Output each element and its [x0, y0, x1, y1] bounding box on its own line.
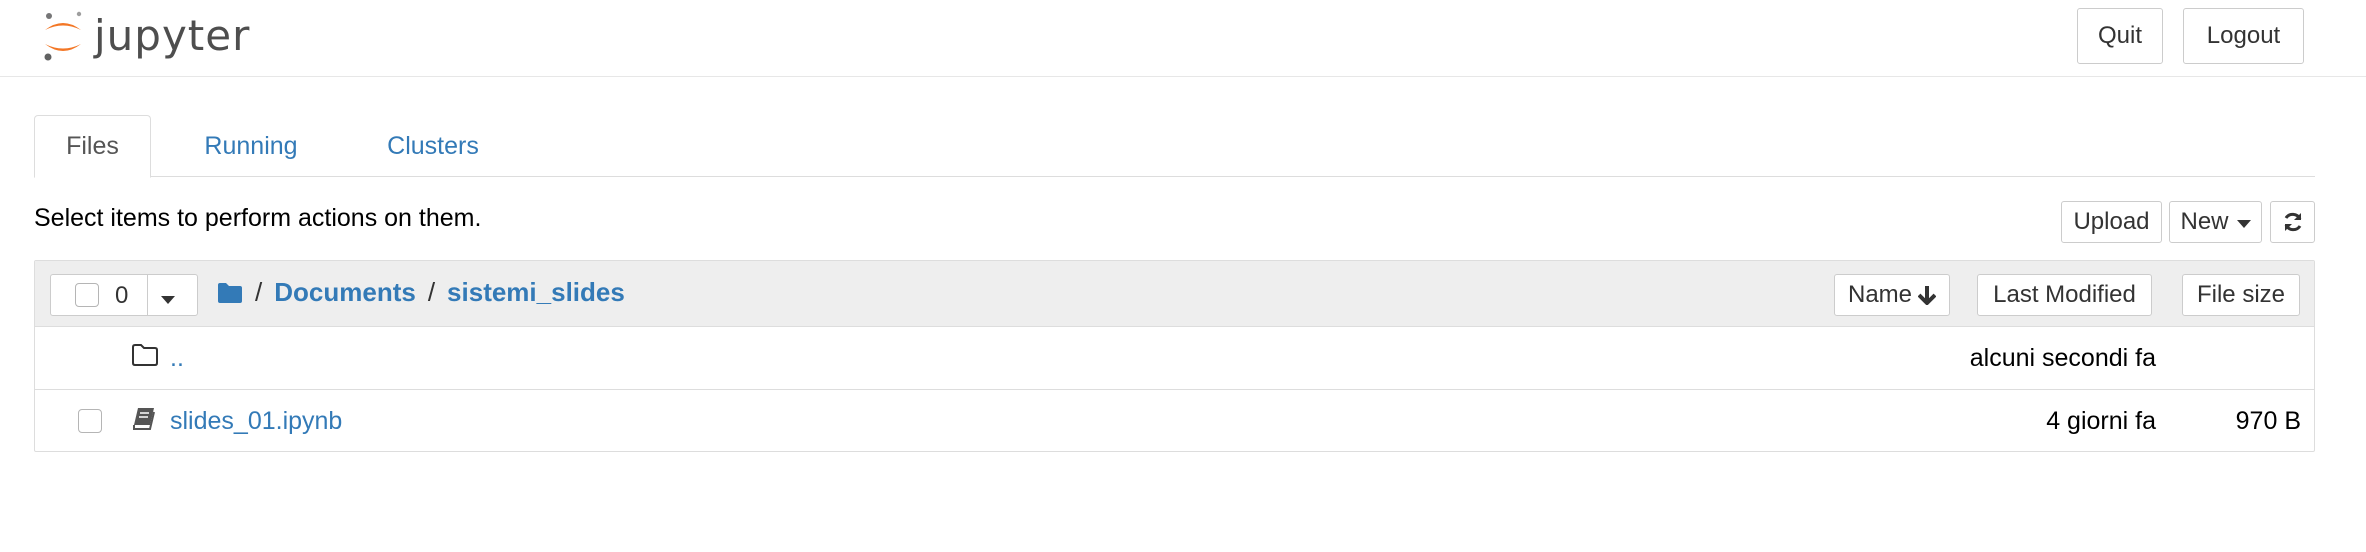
file-modified: alcuni secondi fa [1969, 344, 2156, 372]
sort-name-label: Name [1847, 281, 1913, 308]
folder-icon[interactable] [217, 282, 243, 304]
file-name-link[interactable]: .. [170, 344, 184, 373]
file-modified: 4 giorni fa [2046, 407, 2156, 435]
arrow-down-icon [1918, 286, 1937, 305]
new-dropdown-button[interactable]: New [2169, 201, 2262, 243]
breadcrumb-separator: / [255, 277, 263, 307]
selected-count: 0 [115, 282, 129, 309]
list-item[interactable]: slides_01.ipynb 4 giorni fa 970 B [35, 390, 2314, 453]
breadcrumb-separator: / [427, 277, 436, 307]
caret-down-icon [161, 296, 175, 304]
file-size: 970 B [2235, 407, 2301, 435]
sort-by-name-button[interactable]: Name [1834, 274, 1950, 316]
jupyter-logo[interactable]: jupyter [40, 6, 250, 66]
file-name-link[interactable]: slides_01.ipynb [170, 407, 342, 436]
file-list: 0 / Documents / sistemi_slides Name Last… [34, 260, 2315, 452]
breadcrumb: / Documents / sistemi_slides [217, 277, 625, 308]
select-all-group: 0 [50, 274, 198, 316]
tab-clusters[interactable]: Clusters [349, 115, 517, 177]
select-dropdown-toggle[interactable] [161, 291, 175, 309]
tab-files[interactable]: Files [34, 115, 151, 178]
folder-open-icon [131, 343, 159, 372]
breadcrumb-sistemi-slides[interactable]: sistemi_slides [447, 277, 625, 308]
list-item[interactable]: .. alcuni secondi fa [35, 327, 2314, 390]
item-checkbox[interactable] [78, 409, 102, 433]
select-all-checkbox[interactable] [75, 283, 99, 307]
caret-down-icon [2236, 219, 2251, 228]
quit-button[interactable]: Quit [2077, 8, 2163, 64]
select-all-button[interactable]: 0 [51, 275, 148, 315]
sort-by-size-button[interactable]: File size [2182, 274, 2300, 316]
new-label: New [2180, 208, 2229, 235]
refresh-icon [2284, 212, 2301, 232]
breadcrumb-documents[interactable]: Documents [274, 277, 416, 308]
selection-hint: Select items to perform actions on them. [34, 204, 482, 232]
upload-button[interactable]: Upload [2061, 201, 2162, 243]
tab-bar: Files Running Clusters [34, 115, 2315, 178]
logo-text: jupyter [94, 11, 251, 60]
notebook-icon [131, 406, 157, 437]
top-header: jupyter Quit Logout [0, 0, 2366, 77]
file-list-header: 0 / Documents / sistemi_slides Name Last… [35, 261, 2314, 327]
sort-by-modified-button[interactable]: Last Modified [1977, 274, 2152, 316]
refresh-button[interactable] [2270, 201, 2315, 243]
tab-running[interactable]: Running [181, 115, 321, 177]
logout-button[interactable]: Logout [2183, 8, 2304, 64]
jupyter-logo-icon [44, 11, 82, 61]
